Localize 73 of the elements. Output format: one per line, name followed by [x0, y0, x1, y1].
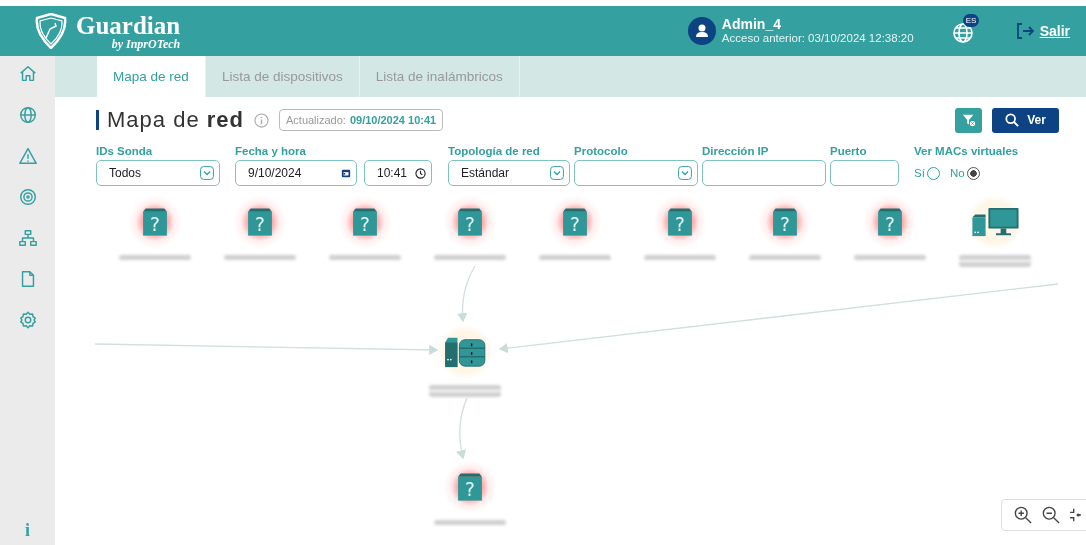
- brand-name: Guardian: [76, 12, 181, 38]
- blurred-label: [749, 255, 821, 260]
- search-icon: [1005, 113, 1020, 127]
- unknown-device-icon[interactable]: ?: [233, 195, 287, 249]
- home-icon[interactable]: [17, 64, 38, 84]
- filter-label: Fecha y hora: [235, 145, 307, 159]
- shield-logo-icon: [34, 13, 68, 49]
- last-access-text: Acceso anterior: 03/10/2024 12:38:20: [721, 32, 914, 45]
- tab[interactable]: Lista de dispositivos: [206, 56, 360, 97]
- blurred-label: [224, 255, 296, 260]
- network-icon[interactable]: [17, 228, 38, 248]
- filter-label: Protocolo: [574, 145, 629, 159]
- user-name: Admin_4: [721, 17, 782, 33]
- filter-label: Ver MACs virtuales: [914, 145, 1019, 159]
- unknown-device-icon[interactable]: ?: [863, 195, 917, 249]
- logout-link[interactable]: Salir: [1015, 23, 1070, 39]
- radio-label: Sí: [914, 167, 925, 179]
- text-input-field[interactable]: [830, 160, 899, 186]
- radar-icon[interactable]: [17, 187, 38, 207]
- title-accent-bar: [96, 110, 99, 130]
- clock-icon: [415, 167, 426, 179]
- blurred-label: [854, 255, 926, 260]
- blurred-label: [434, 520, 506, 525]
- time-field[interactable]: 10:41: [364, 160, 432, 186]
- dropdown-field[interactable]: Todos: [96, 160, 220, 186]
- zoom-in-icon[interactable]: [1014, 506, 1032, 524]
- updated-value: 09/10/2024 10:41: [349, 114, 437, 126]
- tab[interactable]: Mapa de red: [97, 56, 206, 97]
- language-badge: ES: [962, 14, 980, 27]
- dropdown-field[interactable]: Estándar: [448, 160, 570, 186]
- unknown-device-icon[interactable]: ?: [338, 195, 392, 249]
- radio-label: No: [949, 167, 965, 179]
- blurred-label: [539, 255, 611, 260]
- blurred-label: [429, 385, 501, 397]
- unknown-device-icon[interactable]: ?: [128, 195, 182, 249]
- filter-label: Puerto: [830, 145, 868, 159]
- unknown-device-icon[interactable]: ?: [758, 195, 812, 249]
- page-title: Mapa de red: [107, 107, 244, 133]
- filter-icon: [961, 113, 976, 127]
- dropdown-chevron-icon: [678, 166, 692, 180]
- dropdown-field[interactable]: [574, 160, 698, 186]
- tab[interactable]: Lista de inalámbricos: [359, 56, 520, 97]
- blurred-label: [329, 255, 401, 260]
- updated-label: Actualizado:: [286, 114, 346, 126]
- filter-label: IDs Sonda: [96, 145, 154, 159]
- text-input-field[interactable]: [702, 160, 826, 186]
- filter-label: Topología de red: [448, 145, 541, 159]
- zoom-out-icon[interactable]: [1042, 506, 1060, 524]
- dropdown-chevron-icon: [550, 166, 564, 180]
- warning-icon[interactable]: [17, 146, 38, 166]
- filter-label: Dirección IP: [702, 145, 770, 159]
- blurred-label: [644, 255, 716, 260]
- info-icon[interactable]: [254, 112, 269, 128]
- globe-icon[interactable]: [951, 22, 974, 44]
- unknown-device-icon[interactable]: ?: [443, 195, 497, 249]
- radio-button[interactable]: [966, 166, 980, 180]
- brand-tagline: by InprOTech: [111, 37, 181, 50]
- blurred-label: [119, 255, 191, 260]
- blurred-label: [959, 255, 1031, 267]
- clear-filter-button[interactable]: [955, 107, 982, 133]
- view-button[interactable]: Ver: [992, 107, 1059, 133]
- info-button[interactable]: i: [25, 520, 30, 541]
- user-avatar-icon: [687, 17, 716, 45]
- settings-icon[interactable]: [17, 310, 38, 330]
- calendar-icon: [341, 168, 351, 178]
- blurred-label: [434, 255, 506, 260]
- dropdown-chevron-icon: [200, 166, 214, 180]
- fit-view-icon[interactable]: [1070, 506, 1081, 524]
- date-field[interactable]: 9/10/2024: [235, 160, 357, 186]
- logout-icon: [1015, 23, 1034, 39]
- unknown-device-icon[interactable]: ?: [548, 195, 602, 249]
- unknown-device-icon[interactable]: ?: [653, 195, 707, 249]
- unknown-device-icon[interactable]: ?: [443, 460, 497, 514]
